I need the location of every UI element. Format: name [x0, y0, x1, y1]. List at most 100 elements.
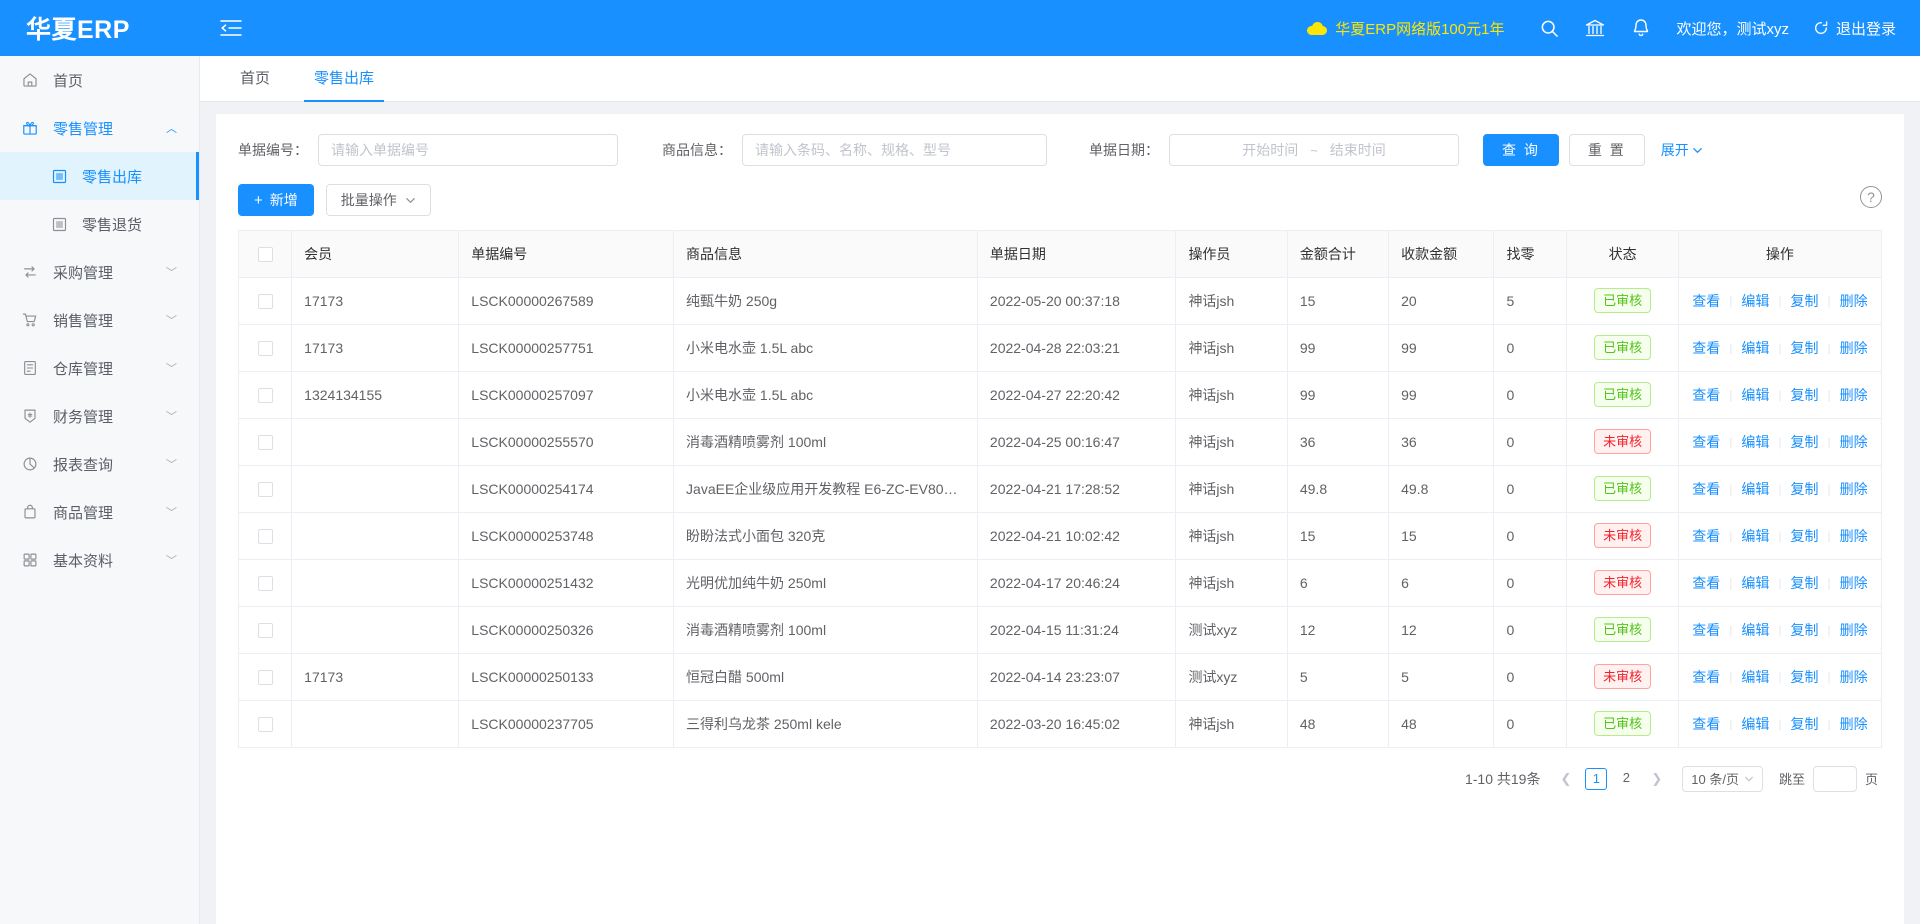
tab-retail-outbound[interactable]: 零售出库 — [292, 56, 396, 102]
action-copy-link[interactable]: 复制 — [1781, 620, 1827, 640]
sidebar-item-purchase-management[interactable]: 采购管理 ﹀ — [0, 248, 199, 296]
action-view-link[interactable]: 查看 — [1683, 432, 1729, 452]
sidebar-item-home[interactable]: 首页 — [0, 56, 199, 104]
action-delete-link[interactable]: 删除 — [1831, 667, 1877, 687]
action-edit-link[interactable]: 编辑 — [1732, 573, 1778, 593]
sidebar-item-warehouse-management[interactable]: 仓库管理 ﹀ — [0, 344, 199, 392]
jump-page-input[interactable] — [1812, 765, 1857, 792]
sidebar-item-finance-management[interactable]: 财务管理 ﹀ — [0, 392, 199, 440]
query-button[interactable]: 查 询 — [1483, 134, 1559, 166]
action-copy-link[interactable]: 复制 — [1781, 432, 1827, 452]
tab-home[interactable]: 首页 — [218, 56, 292, 101]
row-checkbox[interactable] — [257, 434, 273, 450]
action-view-link[interactable]: 查看 — [1683, 479, 1729, 499]
row-checkbox-cell[interactable] — [239, 606, 293, 654]
chevron-down-icon — [1745, 776, 1753, 781]
action-edit-link[interactable]: 编辑 — [1732, 291, 1778, 311]
date-range-picker[interactable]: 开始时间 ~ 结束时间 — [1169, 134, 1459, 166]
row-checkbox[interactable] — [257, 387, 273, 403]
sidebar-item-retail-return[interactable]: 零售退货 — [0, 200, 199, 248]
action-delete-link[interactable]: 删除 — [1831, 291, 1877, 311]
action-copy-link[interactable]: 复制 — [1781, 573, 1827, 593]
sidebar-item-retail-management[interactable]: 零售管理 ︿ — [0, 104, 199, 152]
action-view-link[interactable]: 查看 — [1683, 291, 1729, 311]
action-edit-link[interactable]: 编辑 — [1732, 432, 1778, 452]
row-checkbox[interactable] — [257, 340, 273, 356]
bell-icon[interactable] — [1618, 0, 1664, 56]
action-view-link[interactable]: 查看 — [1683, 573, 1729, 593]
action-copy-link[interactable]: 复制 — [1781, 667, 1827, 687]
row-checkbox-cell[interactable] — [239, 324, 293, 372]
row-checkbox[interactable] — [257, 481, 273, 497]
page-size-select[interactable]: 10 条/页 — [1682, 765, 1763, 792]
bag-icon — [22, 504, 44, 520]
action-copy-link[interactable]: 复制 — [1781, 338, 1827, 358]
action-view-link[interactable]: 查看 — [1683, 667, 1729, 687]
bank-icon[interactable] — [1572, 0, 1618, 56]
action-delete-link[interactable]: 删除 — [1831, 479, 1877, 499]
sidebar-item-sales-management[interactable]: 销售管理 ﹀ — [0, 296, 199, 344]
select-all-checkbox[interactable] — [257, 247, 273, 263]
action-edit-link[interactable]: 编辑 — [1732, 385, 1778, 405]
action-edit-link[interactable]: 编辑 — [1732, 338, 1778, 358]
promo-text: 华夏ERP网络版100元1年 — [1335, 20, 1505, 38]
cell-actions: 查看 | 编辑 | 复制 | 删除 — [1678, 653, 1881, 701]
action-view-link[interactable]: 查看 — [1683, 526, 1729, 546]
chevron-left-icon[interactable]: ❮ — [1554, 771, 1577, 787]
goods-info-input[interactable] — [742, 134, 1047, 166]
question-circle-icon[interactable]: ? — [1860, 186, 1882, 208]
action-delete-link[interactable]: 删除 — [1831, 714, 1877, 734]
action-edit-link[interactable]: 编辑 — [1732, 620, 1778, 640]
row-checkbox-cell[interactable] — [239, 465, 293, 513]
promo-banner[interactable]: 华夏ERP网络版100元1年 — [1307, 18, 1504, 39]
search-icon[interactable] — [1526, 0, 1572, 56]
row-checkbox[interactable] — [257, 575, 273, 591]
action-edit-link[interactable]: 编辑 — [1732, 479, 1778, 499]
sidebar-item-retail-outbound[interactable]: 零售出库 — [0, 152, 199, 200]
action-copy-link[interactable]: 复制 — [1781, 385, 1827, 405]
action-edit-link[interactable]: 编辑 — [1732, 667, 1778, 687]
action-edit-link[interactable]: 编辑 — [1732, 526, 1778, 546]
action-view-link[interactable]: 查看 — [1683, 714, 1729, 734]
action-view-link[interactable]: 查看 — [1683, 620, 1729, 640]
action-delete-link[interactable]: 删除 — [1831, 432, 1877, 452]
action-edit-link[interactable]: 编辑 — [1732, 714, 1778, 734]
action-delete-link[interactable]: 删除 — [1831, 620, 1877, 640]
row-checkbox[interactable] — [257, 669, 273, 685]
chevron-right-icon[interactable]: ❯ — [1645, 771, 1668, 787]
row-checkbox-cell[interactable] — [239, 512, 293, 560]
reset-button[interactable]: 重 置 — [1568, 134, 1645, 166]
action-copy-link[interactable]: 复制 — [1781, 291, 1827, 311]
row-checkbox[interactable] — [257, 293, 273, 309]
menu-fold-icon[interactable] — [200, 0, 262, 56]
expand-filters-link[interactable]: 展开 — [1661, 140, 1703, 160]
row-checkbox-cell[interactable] — [239, 700, 293, 748]
page-number-1[interactable]: 1 — [1585, 767, 1608, 790]
batch-operation-button[interactable]: 批量操作 — [325, 184, 431, 216]
row-checkbox-cell[interactable] — [239, 559, 293, 607]
doc-no-input[interactable] — [318, 134, 618, 166]
row-checkbox[interactable] — [257, 528, 273, 544]
row-checkbox[interactable] — [257, 622, 273, 638]
sidebar-item-basic-data[interactable]: 基本资料 ﹀ — [0, 536, 199, 584]
sidebar-item-report-query[interactable]: 报表查询 ﹀ — [0, 440, 199, 488]
logout-button[interactable]: 退出登录 — [1813, 18, 1896, 39]
sidebar-item-goods-management[interactable]: 商品管理 ﹀ — [0, 488, 199, 536]
action-delete-link[interactable]: 删除 — [1831, 338, 1877, 358]
action-copy-link[interactable]: 复制 — [1781, 714, 1827, 734]
app-logo[interactable]: 华夏ERP — [0, 0, 200, 56]
action-delete-link[interactable]: 删除 — [1831, 526, 1877, 546]
action-view-link[interactable]: 查看 — [1683, 338, 1729, 358]
row-checkbox-cell[interactable] — [239, 418, 293, 466]
row-checkbox-cell[interactable] — [239, 277, 293, 325]
action-delete-link[interactable]: 删除 — [1831, 385, 1877, 405]
add-button[interactable]: + 新增 — [238, 184, 314, 216]
action-copy-link[interactable]: 复制 — [1781, 479, 1827, 499]
action-view-link[interactable]: 查看 — [1683, 385, 1729, 405]
page-number-2[interactable]: 2 — [1615, 768, 1637, 790]
action-copy-link[interactable]: 复制 — [1781, 526, 1827, 546]
row-checkbox-cell[interactable] — [239, 371, 293, 419]
row-checkbox-cell[interactable] — [239, 653, 293, 701]
action-delete-link[interactable]: 删除 — [1831, 573, 1877, 593]
row-checkbox[interactable] — [257, 716, 273, 732]
